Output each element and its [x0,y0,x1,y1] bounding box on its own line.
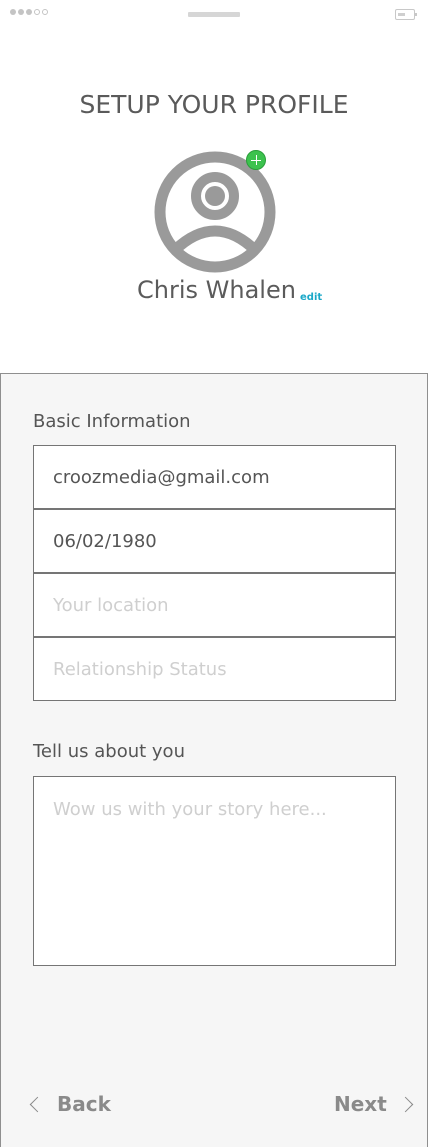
chevron-right-icon [397,1096,414,1112]
email-field[interactable]: croozmedia@gmail.com [33,445,396,509]
back-button-label: Back [57,1092,111,1116]
speaker-notch [188,12,240,17]
birthdate-field[interactable]: 06/02/1980 [33,509,396,573]
status-bar [0,0,428,30]
about-you-heading: Tell us about you [33,741,185,762]
edit-name-link[interactable]: edit [300,292,322,303]
next-button-label: Next [334,1092,387,1116]
chevron-left-icon [29,1096,46,1112]
profile-name: Chris Whalen [137,276,296,304]
story-textarea[interactable]: Wow us with your story here... [33,776,396,966]
relationship-status-field[interactable]: Relationship Status [33,637,396,701]
next-button[interactable]: Next [334,1092,415,1116]
back-button[interactable]: Back [28,1092,111,1116]
page-title: SETUP YOUR PROFILE [79,90,349,119]
add-photo-icon[interactable] [246,150,266,170]
battery-icon [395,9,417,20]
location-field[interactable]: Your location [33,573,396,637]
signal-strength-icon [10,9,48,15]
basic-information-heading: Basic Information [33,411,191,432]
